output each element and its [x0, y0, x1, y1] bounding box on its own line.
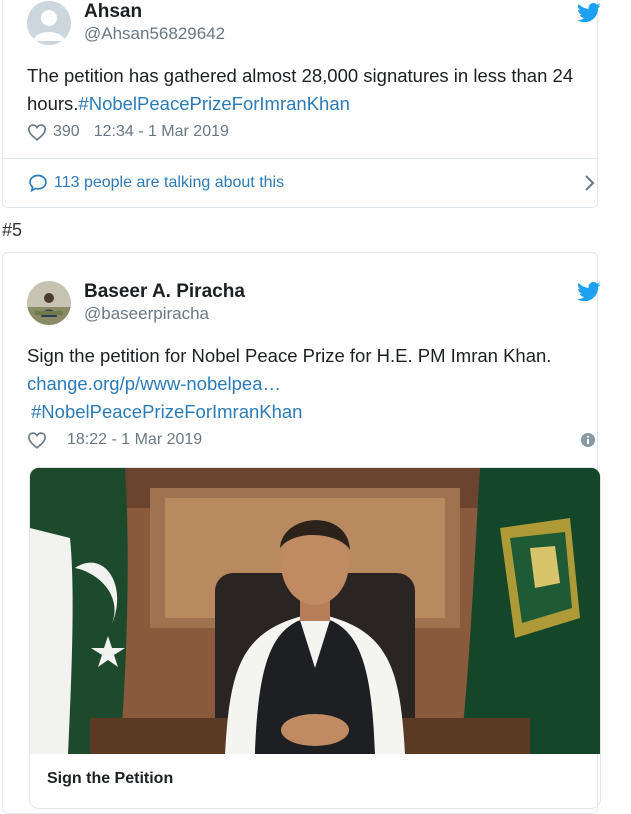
twitter-bird-icon[interactable] [577, 3, 601, 23]
speech-bubble-icon [29, 174, 47, 193]
tweet-timestamp[interactable]: 18:22 - 1 Mar 2019 [67, 431, 202, 449]
hashtag-link[interactable]: #NobelPeacePrizeForImranKhan [27, 398, 597, 426]
tweet-meta: 390 12:34 - 1 Mar 2019 [27, 123, 229, 141]
tweet-text: Sign the petition for Nobel Peace Prize … [27, 342, 597, 426]
profile-photo [27, 281, 71, 325]
tweet-meta: 18:22 - 1 Mar 2019 [27, 431, 202, 449]
avatar[interactable] [27, 1, 71, 45]
tweet-text: The petition has gathered almost 28,000 … [27, 62, 597, 118]
author-handle[interactable]: @baseerpiracha [84, 304, 209, 324]
author-name[interactable]: Baseer A. Piracha [84, 281, 245, 303]
divider [3, 158, 597, 159]
like-count[interactable]: 390 [53, 123, 80, 141]
twitter-bird-icon[interactable] [577, 282, 601, 302]
tweet-card-baseer[interactable]: Baseer A. Piracha @baseerpiracha Sign th… [2, 252, 601, 814]
heart-icon[interactable] [27, 431, 47, 449]
tweet-body: Sign the petition for Nobel Peace Prize … [27, 345, 552, 366]
chevron-right-icon[interactable] [583, 173, 597, 193]
author-name[interactable]: Ahsan [84, 1, 142, 23]
conversation-link[interactable]: 113 people are talking about this [28, 173, 284, 193]
item-number: #5 [2, 220, 23, 240]
default-avatar-icon [27, 1, 71, 45]
heart-icon[interactable] [27, 123, 47, 141]
hashtag-link[interactable]: #NobelPeacePrizeForImranKhan [78, 93, 349, 114]
avatar[interactable] [27, 281, 71, 325]
link-card[interactable]: Sign the Petition [29, 467, 601, 809]
tweet-timestamp[interactable]: 12:34 - 1 Mar 2019 [94, 123, 229, 141]
author-handle[interactable]: @Ahsan56829642 [84, 24, 225, 44]
card-title[interactable]: Sign the Petition [47, 770, 173, 788]
info-icon[interactable] [581, 433, 595, 447]
petition-photo[interactable] [30, 468, 600, 754]
petition-link[interactable]: change.org/p/www-nobelpea… [27, 370, 597, 398]
tweet-card-ahsan[interactable]: Ahsan @Ahsan56829642 The petition has ga… [2, 0, 601, 208]
talking-label: 113 people are talking about this [54, 174, 285, 191]
